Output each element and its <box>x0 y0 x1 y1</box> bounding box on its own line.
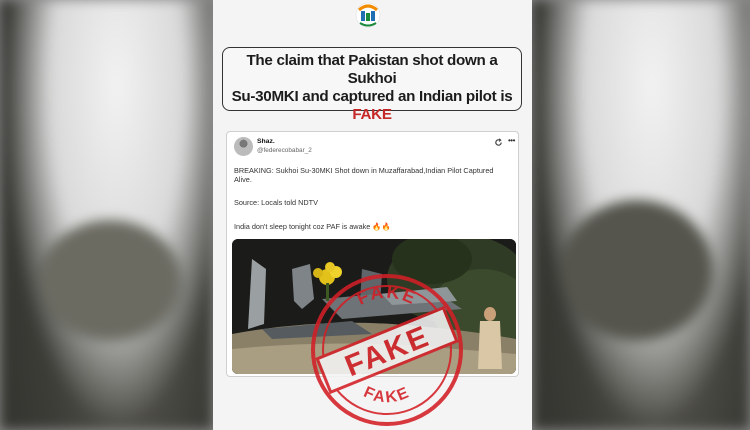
blurred-background-left <box>0 0 213 430</box>
fire-emoji: 🔥🔥 <box>372 222 391 231</box>
tweet-text-breaking: BREAKING: Sukhoi Su-30MKI Shot down in M… <box>234 166 494 185</box>
verdict-label: FAKE <box>352 106 392 123</box>
logo-icon <box>355 2 381 28</box>
background-blur-shape <box>40 220 180 340</box>
tweet-text-source: Source: Locals told NDTV <box>234 198 318 207</box>
avatar[interactable] <box>234 137 253 156</box>
more-options-icon[interactable]: ••• <box>508 136 515 145</box>
tweet-display-name[interactable]: Shaz. <box>257 138 275 145</box>
refresh-icon[interactable] <box>494 138 503 147</box>
headline-line-1: The claim that Pakistan shot down a Sukh… <box>246 52 498 87</box>
tweet-text-taunt: India don't sleep tonight coz PAF is awa… <box>234 222 391 231</box>
fact-check-poster: The claim that Pakistan shot down a Sukh… <box>213 0 532 430</box>
background-blur-shape <box>562 200 712 340</box>
headline: The claim that Pakistan shot down a Sukh… <box>223 52 521 124</box>
blurred-background-right <box>532 0 750 430</box>
tweet-taunt-text: India don't sleep tonight coz PAF is awa… <box>234 222 371 231</box>
tweet-handle[interactable]: @federecobabar_2 <box>257 147 312 154</box>
stamp-bottom-text: FAKE <box>361 384 413 407</box>
fake-stamp: FAKE FAKE FAKE <box>311 274 463 426</box>
headline-box: The claim that Pakistan shot down a Sukh… <box>222 47 522 123</box>
headline-line-2: Su-30MKI and captured an Indian pilot is <box>231 88 513 105</box>
